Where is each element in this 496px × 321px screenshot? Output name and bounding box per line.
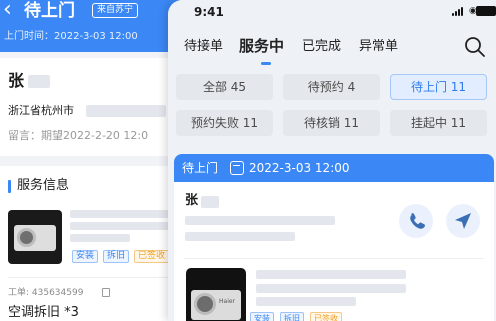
redacted-name bbox=[28, 75, 50, 88]
tab-exception[interactable]: 异常单 bbox=[359, 38, 398, 56]
navigate-icon bbox=[455, 213, 471, 229]
order-status: 待上门 bbox=[182, 161, 219, 175]
redacted-product bbox=[256, 284, 406, 293]
redacted-product bbox=[256, 297, 356, 306]
redacted-product bbox=[70, 210, 170, 218]
signal-icon bbox=[452, 6, 465, 16]
back-icon[interactable]: ‹ bbox=[3, 0, 12, 23]
redacted-product bbox=[70, 222, 170, 230]
customer-note: 留言：期望2022-2-20 12:0 bbox=[8, 129, 149, 142]
copy-icon[interactable] bbox=[102, 288, 110, 297]
navigate-button[interactable] bbox=[446, 204, 480, 238]
order-product-image: Haier bbox=[186, 268, 246, 321]
status-time: 9:41 bbox=[194, 5, 224, 19]
detail-title: 待上门 bbox=[24, 1, 75, 21]
section-title: 服务信息 bbox=[17, 178, 70, 193]
tag-remove-old: 拆旧 bbox=[280, 312, 304, 321]
phone-icon bbox=[410, 213, 425, 229]
filter-to-verify[interactable]: 待核销 11 bbox=[283, 110, 380, 136]
tab-in-service[interactable]: 服务中 bbox=[239, 37, 284, 55]
calendar-icon bbox=[230, 161, 244, 175]
tab-pending[interactable]: 待接单 bbox=[184, 38, 223, 56]
order-customer-name: 张 bbox=[185, 193, 199, 208]
tag-install: 安装 bbox=[72, 250, 99, 263]
redacted-address bbox=[185, 232, 295, 241]
divider bbox=[8, 277, 174, 278]
call-button[interactable] bbox=[399, 204, 433, 238]
order-number: 工单: 435634599 bbox=[8, 288, 84, 298]
service-type: 空调拆旧 *3 bbox=[8, 305, 79, 320]
divider bbox=[184, 258, 484, 259]
product-image bbox=[8, 210, 62, 264]
customer-address: 浙江省杭州市 bbox=[8, 104, 74, 117]
tab-completed[interactable]: 已完成 bbox=[302, 38, 341, 56]
filter-to-schedule[interactable]: 待预约 4 bbox=[283, 74, 380, 100]
battery-icon bbox=[476, 6, 496, 16]
order-detail-screen: ‹ 待上门 来自苏宁 上门时间：2022-3-03 12:00 张 浙江省杭州市… bbox=[0, 0, 180, 321]
redacted-name bbox=[201, 196, 219, 208]
redacted-address bbox=[86, 105, 166, 117]
tag-signed: 已签收 bbox=[134, 250, 170, 263]
filter-to-visit[interactable]: 待上门 11 bbox=[390, 74, 487, 100]
active-tab-indicator bbox=[261, 62, 271, 65]
filter-all[interactable]: 全部 45 bbox=[176, 74, 273, 100]
order-card[interactable]: 待上门 2022-3-03 12:00 张 Haier 安装 拆旧 已签收 bbox=[174, 154, 494, 321]
source-tag: 来自苏宁 bbox=[92, 3, 139, 18]
tag-install: 安装 bbox=[250, 312, 274, 321]
tag-signed: 已签收 bbox=[310, 312, 342, 321]
customer-name: 张 bbox=[8, 71, 25, 90]
redacted-address bbox=[185, 216, 335, 225]
visit-time: 上门时间：2022-3-03 12:00 bbox=[4, 31, 138, 42]
order-time: 2022-3-03 12:00 bbox=[249, 161, 350, 175]
redacted-product bbox=[256, 270, 406, 279]
redacted-product bbox=[70, 234, 130, 242]
tag-remove-old: 拆旧 bbox=[103, 250, 130, 263]
search-icon[interactable] bbox=[464, 36, 486, 58]
filter-schedule-failed[interactable]: 预约失败 11 bbox=[176, 110, 273, 136]
filter-suspended[interactable]: 挂起中 11 bbox=[390, 110, 487, 136]
section-marker bbox=[8, 180, 11, 193]
order-list-screen: 9:41 ◉ 待接单 服务中 已完成 异常单 全部 45 待预约 4 待上门 1… bbox=[168, 0, 496, 321]
